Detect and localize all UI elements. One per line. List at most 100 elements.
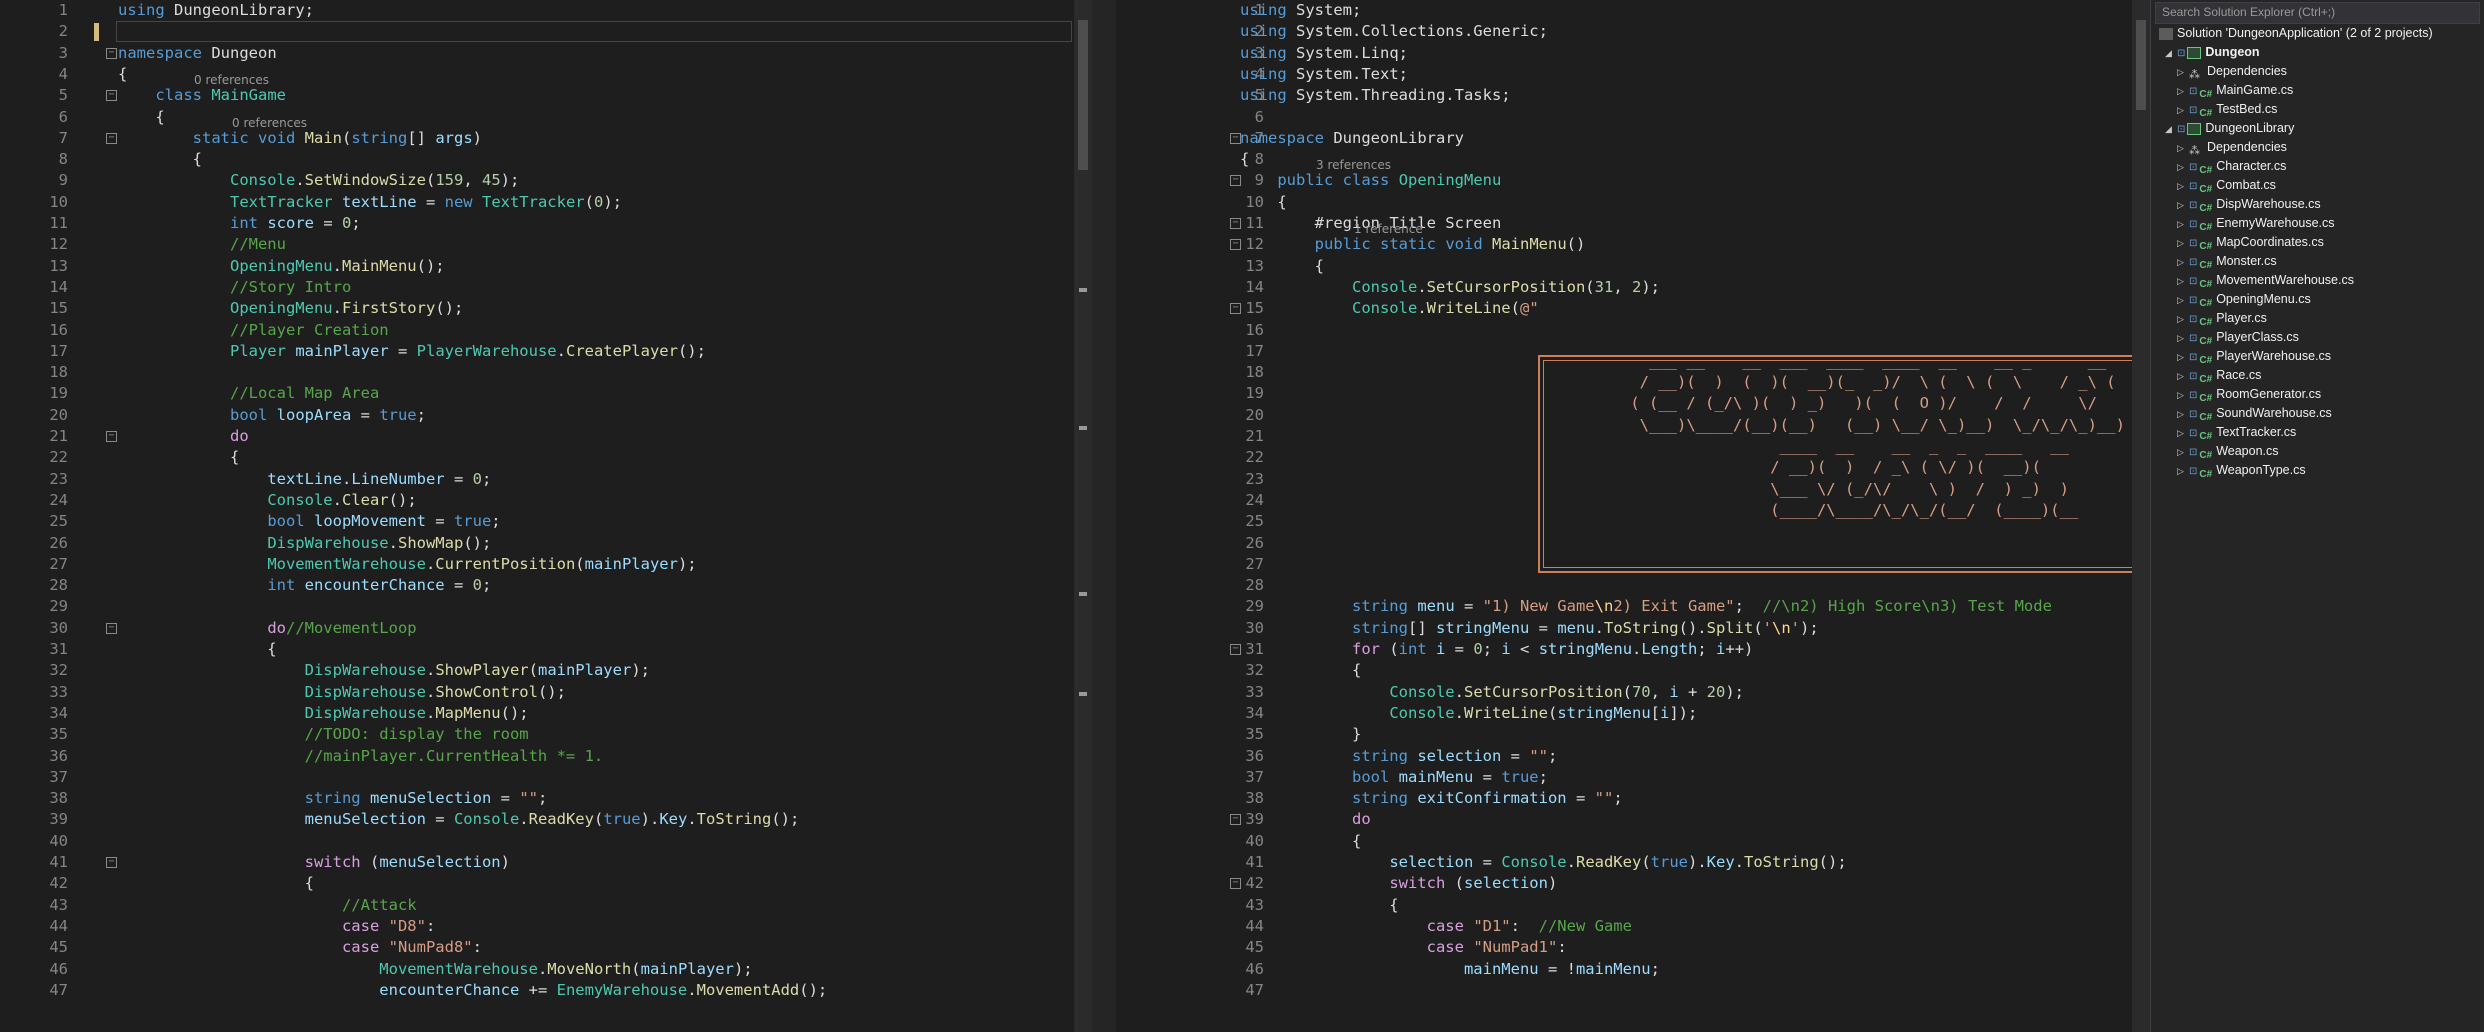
code-line[interactable]: 5 using System.Threading.Tasks; <box>1116 85 2150 106</box>
solution-item[interactable]: ▷ ⊡ C# Monster.cs <box>2177 252 2277 271</box>
code-line[interactable]: 17 Player mainPlayer = PlayerWarehouse.C… <box>0 341 1092 362</box>
code-line[interactable]: 35 //TODO: display the room <box>0 724 1092 745</box>
code-line[interactable]: 42− switch (selection) <box>1116 873 2150 894</box>
code-text[interactable]: { <box>118 447 239 468</box>
collapsed-arrow-icon[interactable]: ▷ <box>2177 101 2189 120</box>
code-line[interactable]: 3 − namespace Dungeon <box>0 43 1092 64</box>
code-line[interactable]: 30 − do//MovementLoop <box>0 618 1092 639</box>
code-text[interactable]: { <box>118 639 276 660</box>
solution-item[interactable]: ▷ ⊡ C# DispWarehouse.cs <box>2177 195 2321 214</box>
code-text[interactable]: bool mainMenu = true; <box>1240 767 1548 788</box>
code-line[interactable]: 36 //mainPlayer.CurrentHealth *= 1. <box>0 746 1092 767</box>
solution-item[interactable]: ▷ ⊡ C# MapCoordinates.cs <box>2177 233 2324 252</box>
code-text[interactable]: using DungeonLibrary; <box>118 0 314 21</box>
code-text[interactable]: string[] stringMenu = menu.ToString().Sp… <box>1240 618 1819 639</box>
code-text[interactable]: do//MovementLoop <box>118 618 416 639</box>
code-line[interactable]: 26 DispWarehouse.ShowMap(); <box>0 533 1092 554</box>
code-line[interactable]: 10 TextTracker textLine = new TextTracke… <box>0 192 1092 213</box>
collapsed-arrow-icon[interactable]: ▷ <box>2177 386 2189 405</box>
code-line[interactable]: 20 bool loopArea = true; <box>0 405 1092 426</box>
code-text[interactable]: int encounterChance = 0; <box>118 575 491 596</box>
fold-toggle-icon[interactable]: − <box>106 90 117 102</box>
collapsed-arrow-icon[interactable]: ▷ <box>2177 329 2189 348</box>
expanded-arrow-icon[interactable]: ◢ <box>2165 120 2177 139</box>
code-line[interactable]: 43 { <box>1116 895 2150 916</box>
code-text[interactable]: using System.Text; <box>1240 64 1408 85</box>
code-line[interactable]: 33 Console.SetCursorPosition(70, i + 20)… <box>1116 682 2150 703</box>
code-line[interactable]: 28 <box>1116 575 2150 596</box>
editor-pane-openingmenu[interactable]: 1 using System; 2 using System.Collections.… <box>1116 0 2150 1032</box>
code-line[interactable]: 25 bool loopMovement = true; <box>0 511 1092 532</box>
code-text[interactable]: { <box>1240 256 1324 277</box>
code-text[interactable]: { <box>1240 149 1249 170</box>
scrollbar-thumb[interactable] <box>2136 20 2146 110</box>
code-line[interactable]: 16 <box>1116 320 2150 341</box>
codelens-references[interactable]: 1 reference <box>1354 222 1423 236</box>
codelens-references[interactable]: 0 references <box>194 73 269 87</box>
code-text[interactable]: { <box>1240 895 1398 916</box>
code-text[interactable]: using System.Collections.Generic; <box>1240 21 1548 42</box>
code-line[interactable]: 34 Console.WriteLine(stringMenu[i]); <box>1116 703 2150 724</box>
code-text[interactable]: int score = 0; <box>118 213 361 234</box>
collapsed-arrow-icon[interactable]: ▷ <box>2177 63 2189 82</box>
code-line[interactable]: 30 string[] stringMenu = menu.ToString()… <box>1116 618 2150 639</box>
code-line[interactable]: 39 menuSelection = Console.ReadKey(true)… <box>0 809 1092 830</box>
code-line[interactable]: 45 case "NumPad8": <box>0 937 1092 958</box>
code-line[interactable]: 13 OpeningMenu.MainMenu(); <box>0 256 1092 277</box>
code-text[interactable]: { <box>118 107 164 128</box>
code-text[interactable]: //Player Creation <box>118 320 389 341</box>
code-text[interactable]: Console.Clear(); <box>118 490 416 511</box>
code-line[interactable]: 23 textLine.LineNumber = 0; <box>0 469 1092 490</box>
code-line[interactable]: 46 mainMenu = !mainMenu; <box>1116 959 2150 980</box>
code-text[interactable]: for (int i = 0; i < stringMenu.Length; i… <box>1240 639 1753 660</box>
code-text[interactable]: //Story Intro <box>118 277 351 298</box>
code-line[interactable]: 43 //Attack <box>0 895 1092 916</box>
solution-item[interactable]: ▷ ⊡ C# PlayerWarehouse.cs <box>2177 347 2331 366</box>
code-line[interactable]: 31− for (int i = 0; i < stringMenu.Lengt… <box>1116 639 2150 660</box>
collapsed-arrow-icon[interactable]: ▷ <box>2177 139 2189 158</box>
code-text[interactable]: do <box>1240 809 1371 830</box>
code-text[interactable]: encounterChance += EnemyWarehouse.Moveme… <box>118 980 827 1001</box>
code-line[interactable]: 13 { <box>1116 256 2150 277</box>
code-line[interactable]: 11 int score = 0; <box>0 213 1092 234</box>
code-text[interactable]: OpeningMenu.FirstStory(); <box>118 298 463 319</box>
collapsed-arrow-icon[interactable]: ▷ <box>2177 253 2189 272</box>
code-line[interactable]: 6 <box>1116 107 2150 128</box>
code-line[interactable]: 44 case "D1": //New Game <box>1116 916 2150 937</box>
code-line[interactable]: 32 DispWarehouse.ShowPlayer(mainPlayer); <box>0 660 1092 681</box>
code-text[interactable]: do <box>118 426 249 447</box>
solution-item[interactable]: ▷ ⊡ C# WeaponType.cs <box>2177 461 2306 480</box>
code-text[interactable]: { <box>1240 831 1361 852</box>
solution-item[interactable]: ◢ ⊡ DungeonLibrary <box>2165 119 2294 138</box>
solution-item[interactable]: ▷ ⊡ C# PlayerClass.cs <box>2177 328 2299 347</box>
collapsed-arrow-icon[interactable]: ▷ <box>2177 196 2189 215</box>
code-line[interactable]: 47 encounterChance += EnemyWarehouse.Mov… <box>0 980 1092 1001</box>
fold-toggle-icon[interactable]: − <box>106 622 117 634</box>
collapsed-arrow-icon[interactable]: ▷ <box>2177 348 2189 367</box>
code-text[interactable]: namespace DungeonLibrary <box>1240 128 1464 149</box>
code-text[interactable]: menuSelection = Console.ReadKey(true).Ke… <box>118 809 800 830</box>
code-line[interactable]: 38 string menuSelection = ""; <box>0 788 1092 809</box>
collapsed-arrow-icon[interactable]: ▷ <box>2177 367 2189 386</box>
solution-root[interactable]: Solution 'DungeonApplication' (2 of 2 pr… <box>2159 24 2433 43</box>
collapsed-arrow-icon[interactable]: ▷ <box>2177 82 2189 101</box>
code-text[interactable]: string exitConfirmation = ""; <box>1240 788 1623 809</box>
collapsed-arrow-icon[interactable]: ▷ <box>2177 158 2189 177</box>
collapsed-arrow-icon[interactable]: ▷ <box>2177 177 2189 196</box>
code-text[interactable]: case "NumPad1": <box>1240 937 1567 958</box>
solution-item[interactable]: ◢ ⊡ Dungeon <box>2165 43 2260 62</box>
code-text[interactable]: Console.WriteLine(@" <box>1240 298 1539 319</box>
code-text[interactable]: case "D1": //New Game <box>1240 916 1632 937</box>
code-text[interactable]: Console.SetCursorPosition(70, i + 20); <box>1240 682 1744 703</box>
vertical-scrollbar[interactable] <box>1074 0 1092 1032</box>
code-line[interactable]: 4 using System.Text; <box>1116 64 2150 85</box>
code-line[interactable]: 38 string exitConfirmation = ""; <box>1116 788 2150 809</box>
expanded-arrow-icon[interactable]: ◢ <box>2165 44 2177 63</box>
code-text[interactable]: string menuSelection = ""; <box>118 788 548 809</box>
code-line[interactable]: 22 { <box>0 447 1092 468</box>
code-line[interactable]: 44 case "D8": <box>0 916 1092 937</box>
code-line[interactable]: 46 MovementWarehouse.MoveNorth(mainPlaye… <box>0 959 1092 980</box>
editor-splitter[interactable] <box>1092 0 1116 1032</box>
code-line[interactable]: 34 DispWarehouse.MapMenu(); <box>0 703 1092 724</box>
code-text[interactable]: { <box>118 149 202 170</box>
